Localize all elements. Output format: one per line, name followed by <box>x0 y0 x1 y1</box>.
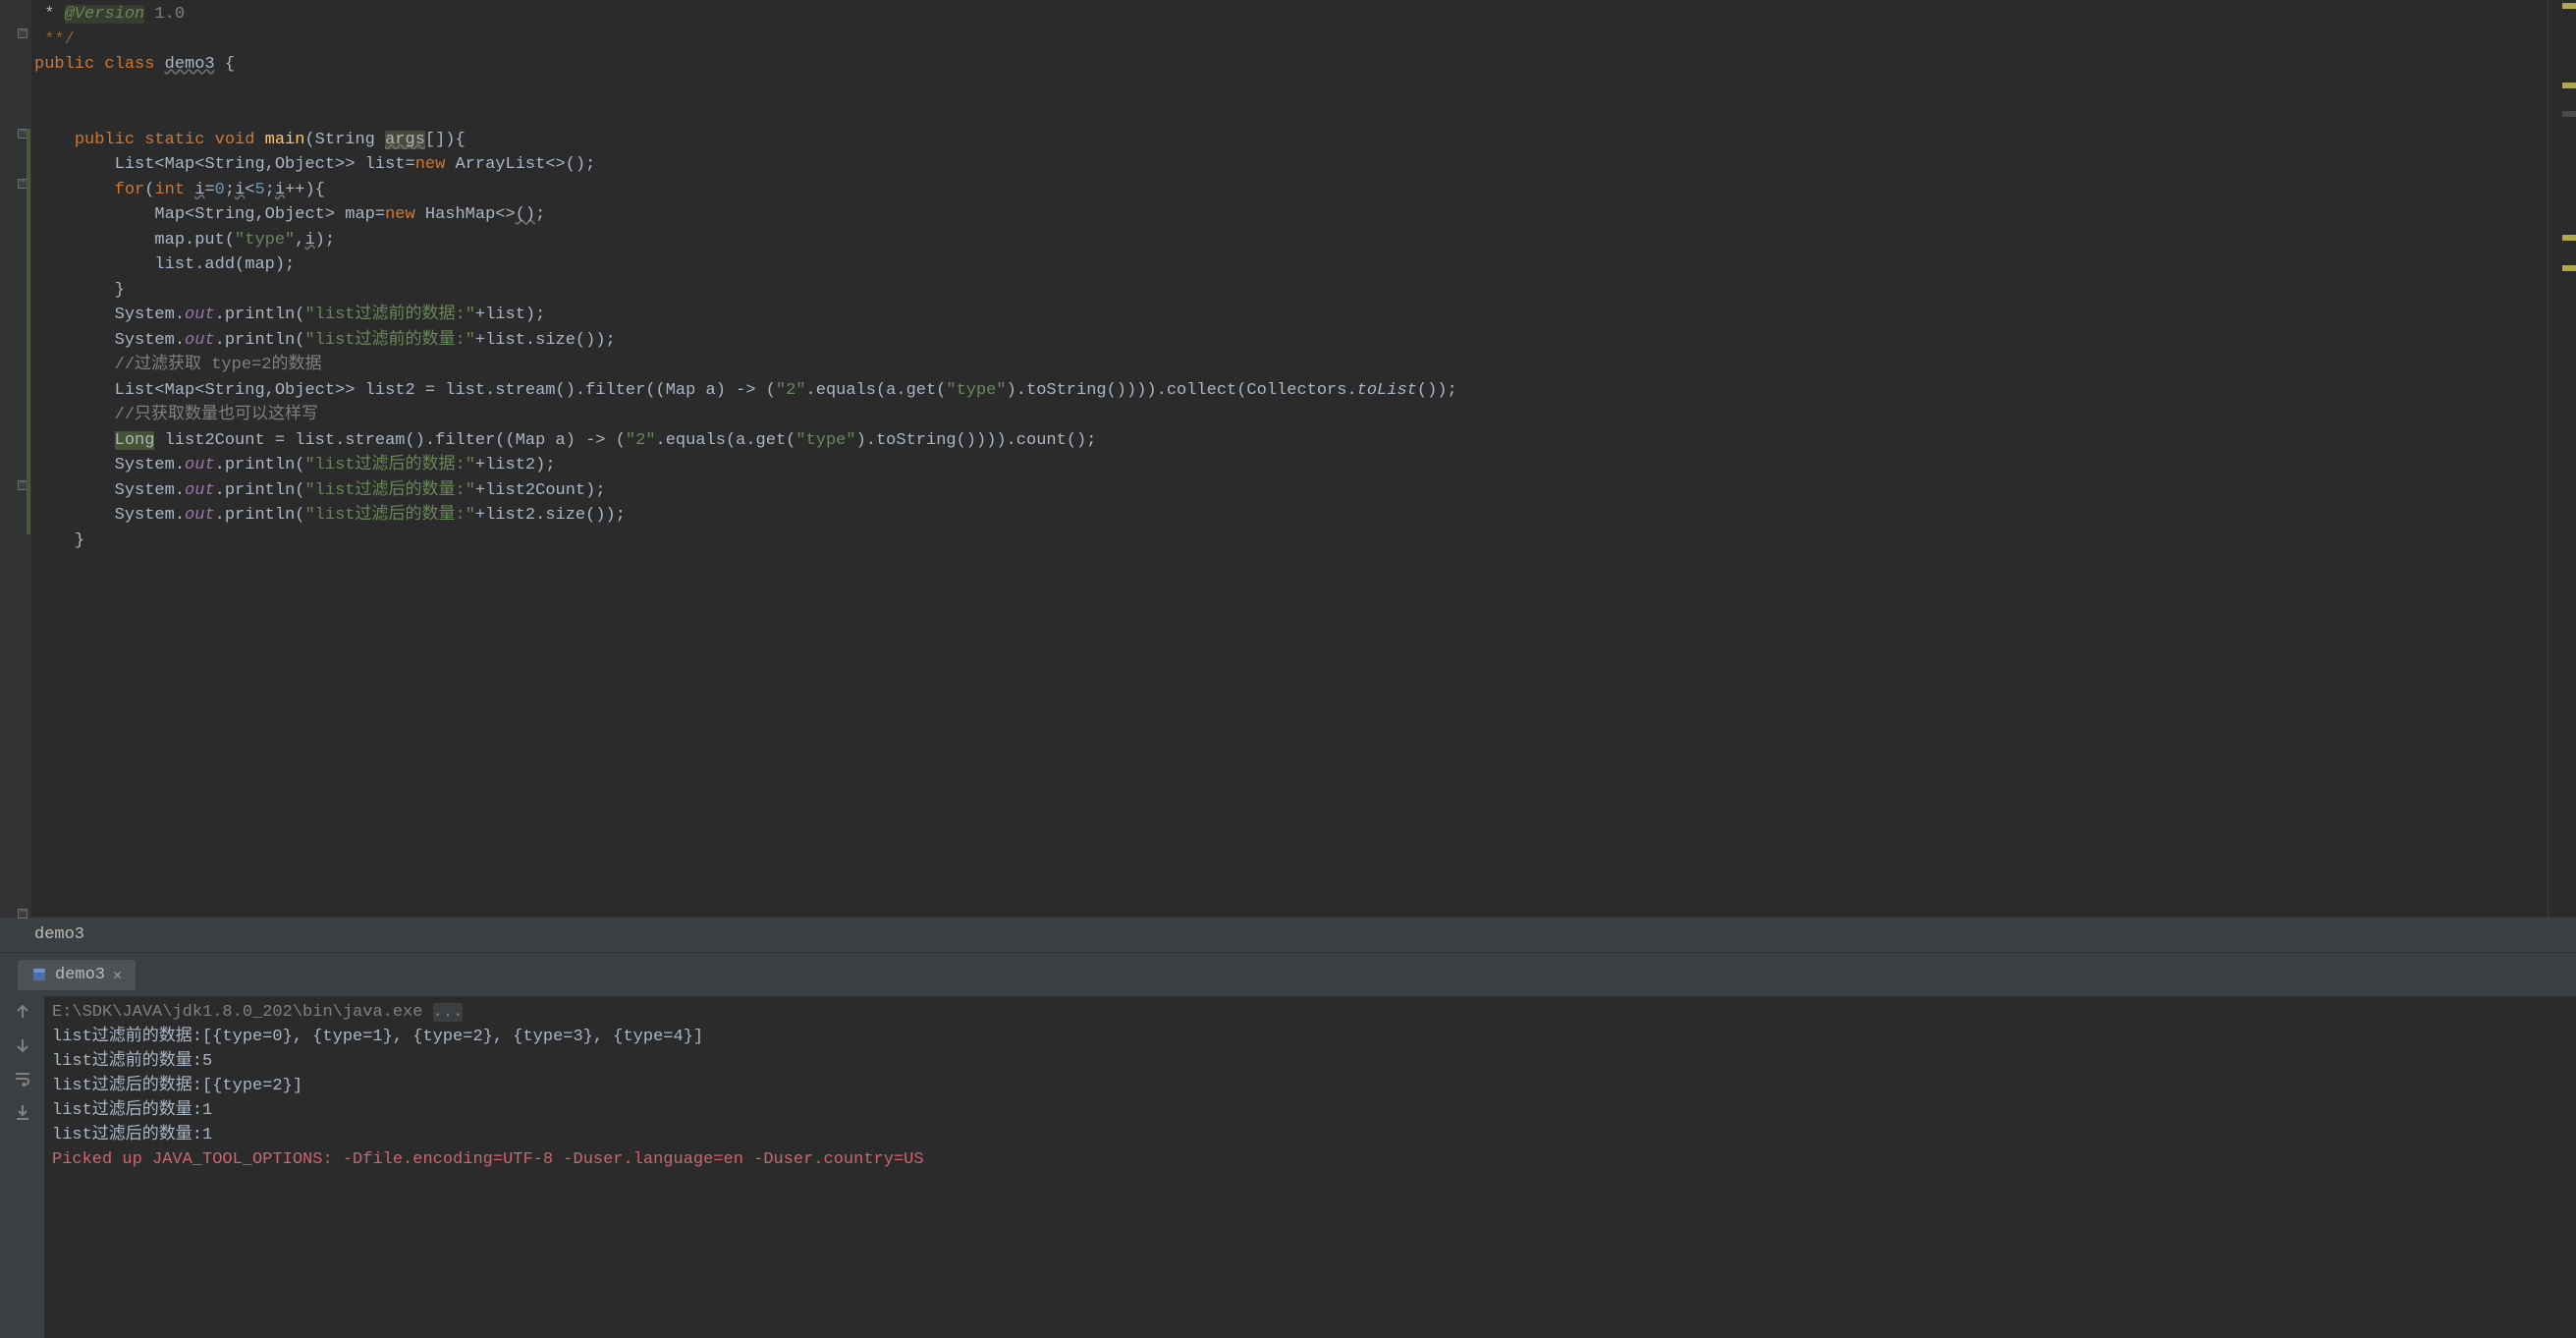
right-margin-guide <box>2548 0 2549 917</box>
minimap-marker[interactable] <box>2562 265 2576 271</box>
code-line[interactable]: List<Map<String,Object>> list=new ArrayL… <box>34 152 2576 178</box>
code-line[interactable]: System.out.println("list过滤前的数据:"+list); <box>34 303 2576 328</box>
code-line[interactable]: System.out.println("list过滤前的数量:"+list.si… <box>34 328 2576 354</box>
minimap-marker[interactable] <box>2562 83 2576 88</box>
run-tab[interactable]: demo3 ✕ <box>18 960 136 990</box>
code-line[interactable]: } <box>34 529 2576 554</box>
code-line[interactable]: } <box>34 278 2576 304</box>
console-line: list过滤后的数量:1 <box>52 1123 2568 1147</box>
code-line[interactable]: list.add(map); <box>34 252 2576 278</box>
code-line[interactable]: Map<String,Object> map=new HashMap<>(); <box>34 202 2576 228</box>
console-line: list过滤前的数据:[{type=0}, {type=1}, {type=2}… <box>52 1025 2568 1049</box>
fold-marker-icon[interactable] <box>18 909 27 919</box>
code-editor[interactable]: * @Version 1.0 **/public class demo3 { p… <box>0 0 2576 917</box>
code-line[interactable]: System.out.println("list过滤后的数据:"+list2); <box>34 453 2576 478</box>
scroll-to-end-icon[interactable] <box>13 1102 32 1122</box>
run-tab-label: demo3 <box>55 966 105 984</box>
code-line[interactable]: //过滤获取 type=2的数据 <box>34 353 2576 378</box>
folded-text-icon[interactable]: ... <box>433 1003 464 1022</box>
console-line: list过滤后的数量:1 <box>52 1098 2568 1123</box>
editor-gutter <box>0 0 31 917</box>
arrow-down-icon[interactable] <box>13 1035 32 1055</box>
code-line[interactable]: for(int i=0;i<5;i++){ <box>34 178 2576 203</box>
run-tool-window: demo3 ✕ E:\SDK\JAVA\jdk1.8.0_202\bin\jav… <box>0 952 2576 1338</box>
console-line: list过滤前的数量:5 <box>52 1049 2568 1074</box>
code-line[interactable]: System.out.println("list过滤后的数量:"+list2.s… <box>34 503 2576 529</box>
soft-wrap-icon[interactable] <box>13 1069 32 1088</box>
console-output[interactable]: E:\SDK\JAVA\jdk1.8.0_202\bin\java.exe ..… <box>44 996 2576 1338</box>
minimap-marker[interactable] <box>2562 235 2576 241</box>
code-line[interactable]: Long list2Count = list.stream().filter((… <box>34 428 2576 454</box>
code-line[interactable] <box>34 78 2576 103</box>
code-line[interactable]: System.out.println("list过滤后的数量:"+list2Co… <box>34 478 2576 504</box>
minimap-marker[interactable] <box>2562 3 2576 9</box>
modified-indicator <box>27 129 30 534</box>
console-toolbar <box>0 996 44 1338</box>
java-file-icon <box>31 967 47 982</box>
code-line[interactable]: public class demo3 { <box>34 52 2576 78</box>
close-icon[interactable]: ✕ <box>113 966 122 984</box>
code-line[interactable]: * @Version 1.0 <box>34 2 2576 28</box>
code-line[interactable]: map.put("type",i); <box>34 228 2576 253</box>
code-line[interactable] <box>34 102 2576 128</box>
code-line[interactable]: //只获取数量也可以这样写 <box>34 403 2576 428</box>
breadcrumb[interactable]: demo3 <box>0 917 2576 952</box>
console-line: list过滤后的数据:[{type=2}] <box>52 1074 2568 1098</box>
code-line[interactable]: **/ <box>34 28 2576 53</box>
run-tab-bar: demo3 ✕ <box>0 953 2576 996</box>
minimap-marker[interactable] <box>2562 111 2576 117</box>
breadcrumb-item[interactable]: demo3 <box>34 925 84 944</box>
arrow-up-icon[interactable] <box>13 1002 32 1022</box>
console-command: E:\SDK\JAVA\jdk1.8.0_202\bin\java.exe <box>52 1003 433 1022</box>
code-content[interactable]: * @Version 1.0 **/public class demo3 { p… <box>34 0 2576 553</box>
fold-marker-icon[interactable] <box>18 28 27 38</box>
console-error-line: Picked up JAVA_TOOL_OPTIONS: -Dfile.enco… <box>52 1147 2568 1172</box>
code-line[interactable]: public static void main(String args[]){ <box>34 128 2576 153</box>
code-line[interactable]: List<Map<String,Object>> list2 = list.st… <box>34 378 2576 404</box>
